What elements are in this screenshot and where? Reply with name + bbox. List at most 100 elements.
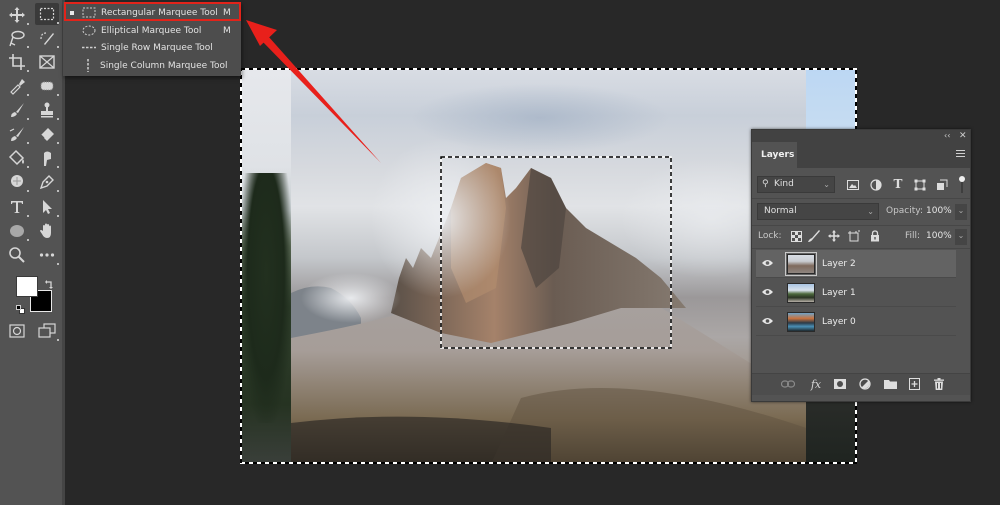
smudge-tool[interactable] [35, 147, 59, 169]
layer-name[interactable]: Layer 0 [822, 308, 856, 336]
visibility-eye-icon[interactable] [762, 259, 773, 267]
edit-toolbar-button[interactable] [35, 244, 59, 266]
foreground-color-swatch[interactable] [16, 276, 38, 297]
frame-tool[interactable] [35, 51, 59, 73]
hand-tool[interactable] [35, 220, 59, 242]
visibility-eye-icon[interactable] [762, 288, 773, 296]
healing-icon [40, 81, 54, 91]
blend-mode-value: Normal [764, 206, 797, 216]
lock-transparent-pixels-icon[interactable] [790, 230, 802, 242]
eraser-icon [40, 128, 54, 141]
opacity-dropdown-button[interactable]: ⌄ [955, 204, 967, 220]
stamp-icon [41, 102, 53, 118]
flyout-item-elliptical-marquee[interactable]: Elliptical Marquee Tool M [63, 22, 241, 39]
lasso-icon [9, 30, 25, 47]
panel-menu-icon[interactable] [956, 150, 965, 159]
filter-shape-icon[interactable] [914, 179, 926, 191]
layer-row-layer-1[interactable]: Layer 1 [756, 279, 956, 307]
layers-panel-footer: fx [752, 373, 970, 395]
layer-thumbnail [787, 283, 815, 303]
flyout-item-single-column-marquee[interactable]: Single Column Marquee Tool [63, 57, 241, 74]
filter-smart-object-icon[interactable] [936, 179, 948, 191]
history-brush-tool[interactable] [5, 123, 29, 145]
spot-healing-tool[interactable] [35, 75, 59, 97]
filter-toggle[interactable] [958, 176, 966, 193]
hand-icon [40, 223, 51, 238]
swap-colors-icon[interactable] [45, 274, 54, 289]
default-colors-icon[interactable] [16, 305, 25, 314]
quick-selection-tool[interactable] [35, 27, 59, 49]
visibility-eye-icon[interactable] [762, 317, 773, 325]
filter-adjustment-icon[interactable] [870, 179, 882, 191]
layer-style-fx-icon[interactable]: fx [809, 377, 823, 391]
flyout-item-label: Single Row Marquee Tool [101, 42, 213, 53]
ellipse-marquee-icon [82, 25, 96, 37]
panel-titlebar[interactable]: ‹‹ ✕ [752, 130, 970, 142]
type-tool[interactable] [5, 196, 29, 218]
paint-bucket-tool[interactable] [5, 147, 29, 169]
eyedropper-icon [10, 79, 25, 95]
path-selection-tool[interactable] [35, 196, 59, 218]
eyedropper-tool[interactable] [5, 75, 29, 97]
close-panel-icon[interactable]: ✕ [959, 130, 967, 142]
marquee-icon [39, 7, 55, 21]
crop-tool[interactable] [5, 51, 29, 73]
clone-stamp-tool[interactable] [35, 99, 59, 121]
lock-image-pixels-icon[interactable] [808, 230, 820, 242]
ellipse-icon [10, 225, 24, 237]
pen-tool[interactable] [35, 171, 59, 193]
layer-row-layer-0[interactable]: Layer 0 [756, 308, 956, 336]
flyout-item-single-row-marquee[interactable]: Single Row Marquee Tool [63, 39, 241, 56]
brush-tool[interactable] [5, 99, 29, 121]
fill-dropdown-button[interactable]: ⌄ [955, 229, 967, 245]
ellipse-tool[interactable] [5, 220, 29, 242]
new-group-folder-icon[interactable] [883, 377, 897, 391]
dodge-tool[interactable] [5, 171, 29, 193]
screen-mode-icon [38, 323, 56, 338]
zoom-tool[interactable] [5, 244, 29, 266]
more-icon [39, 253, 55, 257]
collapse-panel-icon[interactable]: ‹‹ [944, 130, 950, 142]
photoshop-window: Rectangular Marquee Tool M Elliptical Ma… [0, 0, 1000, 505]
fill-label: Fill: [905, 231, 921, 241]
brush-icon [11, 103, 24, 117]
new-adjustment-layer-icon[interactable] [858, 377, 872, 391]
lasso-tool[interactable] [5, 27, 29, 49]
paint-bucket-icon [8, 149, 25, 166]
opacity-label: Opacity: [886, 206, 923, 216]
chevron-down-icon: ⌄ [823, 180, 830, 189]
fill-input[interactable]: 100% [926, 231, 952, 241]
move-tool[interactable] [5, 4, 29, 26]
panel-tab-bar: Layers [752, 142, 970, 168]
filter-pixel-icon[interactable] [847, 179, 859, 191]
lock-position-icon[interactable] [828, 230, 840, 242]
tab-layers[interactable]: Layers [752, 142, 797, 168]
layer-row-layer-2[interactable]: Layer 2 [756, 250, 956, 278]
link-layers-icon[interactable] [781, 377, 795, 391]
lock-artboard-icon[interactable] [848, 230, 860, 242]
add-mask-icon[interactable] [833, 377, 847, 391]
history-brush-icon [9, 127, 24, 141]
selection-marquee-inner[interactable] [440, 156, 672, 349]
lock-all-icon[interactable] [869, 230, 881, 242]
layer-name[interactable]: Layer 2 [822, 250, 856, 278]
eraser-tool[interactable] [35, 123, 59, 145]
rectangular-marquee-tool[interactable] [35, 3, 59, 25]
flyout-item-label: Elliptical Marquee Tool [101, 25, 202, 36]
layer-name[interactable]: Layer 1 [822, 279, 856, 307]
blend-mode-dropdown[interactable]: Normal ⌄ [757, 203, 879, 220]
filter-type-icon[interactable]: T [892, 177, 904, 191]
quick-mask-button[interactable] [5, 320, 29, 342]
lock-label: Lock: [758, 231, 782, 241]
opacity-input[interactable]: 100% [926, 206, 952, 216]
screen-mode-button[interactable] [35, 320, 59, 342]
layers-panel: ‹‹ ✕ Layers ⚲ Kind ⌄ T Normal ⌄ Opacity:… [751, 129, 971, 402]
type-icon [11, 201, 23, 213]
highlight-box [64, 2, 241, 21]
new-layer-icon[interactable] [907, 377, 921, 391]
layer-thumbnail [785, 252, 817, 276]
search-icon: ⚲ [762, 179, 769, 189]
delete-layer-icon[interactable] [932, 377, 946, 391]
flyout-item-label: Single Column Marquee Tool [100, 60, 228, 71]
filter-kind-dropdown[interactable]: ⚲ Kind ⌄ [757, 176, 835, 193]
